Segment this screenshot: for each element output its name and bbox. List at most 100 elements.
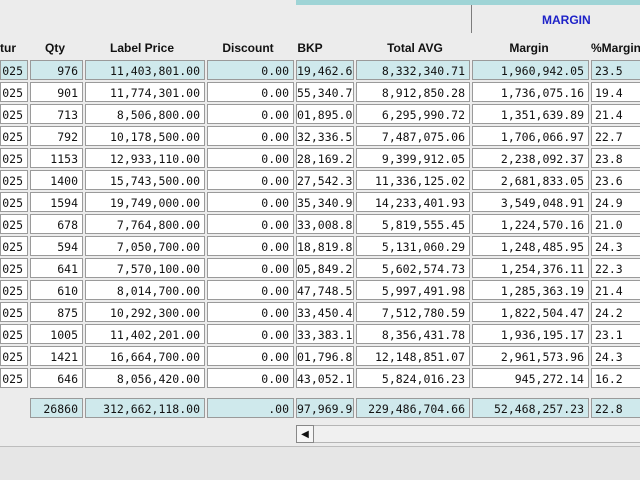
table-cell[interactable]: 0.00 xyxy=(207,346,294,366)
table-cell[interactable]: 24.3 xyxy=(591,236,640,256)
table-row[interactable]: 025 610 8,014,700.00 0.00 47,748.59 5,997,491… xyxy=(0,280,640,302)
table-cell[interactable]: 11,336,125.02 xyxy=(356,170,470,190)
table-cell[interactable]: 8,506,800.00 xyxy=(85,104,205,124)
table-cell[interactable]: 19,462.62 xyxy=(296,60,354,80)
table-cell[interactable]: 21.4 xyxy=(591,104,640,124)
table-cell[interactable]: 43,052.15 xyxy=(296,368,354,388)
table-row[interactable]: 025 1400 15,743,500.00 0.00 27,542.39 11,336,… xyxy=(0,170,640,192)
table-cell[interactable]: 7,050,700.00 xyxy=(85,236,205,256)
table-cell[interactable]: 1,351,639.89 xyxy=(472,104,589,124)
table-cell[interactable]: 875 xyxy=(30,302,83,322)
table-cell[interactable]: 025 xyxy=(0,82,28,102)
table-cell[interactable]: 025 xyxy=(0,192,28,212)
table-cell[interactable]: 10,178,500.00 xyxy=(85,126,205,146)
table-cell[interactable]: 0.00 xyxy=(207,104,294,124)
table-row[interactable]: 025 976 11,403,801.00 0.00 19,462.62 8,332,34… xyxy=(0,60,640,82)
table-cell[interactable]: 28,169.26 xyxy=(296,148,354,168)
table-cell[interactable]: 025 xyxy=(0,258,28,278)
table-cell[interactable]: 1153 xyxy=(30,148,83,168)
table-cell[interactable]: 33,008.88 xyxy=(296,214,354,234)
table-cell[interactable]: 6,295,990.72 xyxy=(356,104,470,124)
scroll-track[interactable] xyxy=(314,425,640,443)
table-cell[interactable]: 21.0 xyxy=(591,214,640,234)
table-cell[interactable]: 2,961,573.96 xyxy=(472,346,589,366)
table-cell[interactable]: 11,403,801.00 xyxy=(85,60,205,80)
table-cell[interactable]: 22.7 xyxy=(591,126,640,146)
table-cell[interactable]: 025 xyxy=(0,302,28,322)
column-header[interactable]: Margin xyxy=(474,38,584,58)
column-header[interactable]: Qty xyxy=(30,38,80,58)
table-cell[interactable]: 0.00 xyxy=(207,368,294,388)
table-cell[interactable]: 12,933,110.00 xyxy=(85,148,205,168)
table-cell[interactable]: 0.00 xyxy=(207,280,294,300)
table-cell[interactable]: 5,819,555.45 xyxy=(356,214,470,234)
table-cell[interactable]: 7,570,100.00 xyxy=(85,258,205,278)
table-cell[interactable]: 678 xyxy=(30,214,83,234)
column-header[interactable]: BKP xyxy=(290,38,330,58)
table-cell[interactable]: 025 xyxy=(0,148,28,168)
table-cell[interactable]: 025 xyxy=(0,170,28,190)
table-cell[interactable]: 1005 xyxy=(30,324,83,344)
table-cell[interactable]: 5,602,574.73 xyxy=(356,258,470,278)
table-cell[interactable]: 0.00 xyxy=(207,236,294,256)
table-row[interactable]: 025 641 7,570,100.00 0.00 05,849.24 5,602,574… xyxy=(0,258,640,280)
table-cell[interactable]: 8,912,850.28 xyxy=(356,82,470,102)
table-cell[interactable]: 01,796.81 xyxy=(296,346,354,366)
table-cell[interactable]: 0.00 xyxy=(207,258,294,278)
table-cell[interactable]: 5,824,016.23 xyxy=(356,368,470,388)
table-cell[interactable]: 025 xyxy=(0,236,28,256)
table-row[interactable]: 025 1153 12,933,110.00 0.00 28,169.26 9,399,9… xyxy=(0,148,640,170)
table-cell[interactable]: 19.4 xyxy=(591,82,640,102)
table-cell[interactable]: 1400 xyxy=(30,170,83,190)
table-row[interactable]: 025 646 8,056,420.00 0.00 43,052.15 5,824,016… xyxy=(0,368,640,390)
table-cell[interactable]: 10,292,300.00 xyxy=(85,302,205,322)
table-row[interactable]: 025 1594 19,749,000.00 0.00 35,340.94 14,233,… xyxy=(0,192,640,214)
table-cell[interactable]: 1421 xyxy=(30,346,83,366)
table-cell[interactable]: 18,819.86 xyxy=(296,236,354,256)
table-cell[interactable]: 7,512,780.59 xyxy=(356,302,470,322)
table-row[interactable]: 025 901 11,774,301.00 0.00 55,340.74 8,912,85… xyxy=(0,82,640,104)
table-cell[interactable]: 1,248,485.95 xyxy=(472,236,589,256)
table-cell[interactable]: 0.00 xyxy=(207,148,294,168)
table-cell[interactable]: 1,936,195.17 xyxy=(472,324,589,344)
table-cell[interactable]: 641 xyxy=(30,258,83,278)
table-cell[interactable]: 33,450.48 xyxy=(296,302,354,322)
table-cell[interactable]: 5,997,491.98 xyxy=(356,280,470,300)
table-cell[interactable]: 8,014,700.00 xyxy=(85,280,205,300)
table-cell[interactable]: 24.2 xyxy=(591,302,640,322)
table-cell[interactable]: 22.3 xyxy=(591,258,640,278)
table-cell[interactable]: 1,224,570.16 xyxy=(472,214,589,234)
column-header[interactable]: Total AVG xyxy=(360,38,470,58)
table-cell[interactable]: 8,332,340.71 xyxy=(356,60,470,80)
table-cell[interactable]: 15,743,500.00 xyxy=(85,170,205,190)
table-cell[interactable]: 1,822,504.47 xyxy=(472,302,589,322)
column-header[interactable]: Discount xyxy=(207,38,289,58)
table-cell[interactable]: 0.00 xyxy=(207,324,294,344)
table-cell[interactable]: 0.00 xyxy=(207,82,294,102)
scroll-left-button[interactable]: ◀ xyxy=(296,425,314,443)
table-cell[interactable]: 21.4 xyxy=(591,280,640,300)
table-cell[interactable]: 1,254,376.11 xyxy=(472,258,589,278)
horizontal-scrollbar[interactable]: ◀ xyxy=(0,420,640,446)
table-cell[interactable]: 0.00 xyxy=(207,126,294,146)
table-cell[interactable]: 16,664,700.00 xyxy=(85,346,205,366)
table-cell[interactable]: 3,549,048.91 xyxy=(472,192,589,212)
table-cell[interactable]: 0.00 xyxy=(207,302,294,322)
table-cell[interactable]: 901 xyxy=(30,82,83,102)
table-cell[interactable]: 23.5 xyxy=(591,60,640,80)
table-row[interactable]: 025 1005 11,402,201.00 0.00 33,383.12 8,356,4… xyxy=(0,324,640,346)
column-header[interactable]: Label Price xyxy=(86,38,198,58)
table-cell[interactable]: 1,706,066.97 xyxy=(472,126,589,146)
table-cell[interactable]: 1,285,363.19 xyxy=(472,280,589,300)
table-cell[interactable]: 025 xyxy=(0,126,28,146)
table-cell[interactable]: 12,148,851.07 xyxy=(356,346,470,366)
table-cell[interactable]: 24.9 xyxy=(591,192,640,212)
table-cell[interactable]: 33,383.12 xyxy=(296,324,354,344)
table-cell[interactable]: 11,402,201.00 xyxy=(85,324,205,344)
table-cell[interactable]: 646 xyxy=(30,368,83,388)
table-cell[interactable]: 025 xyxy=(0,214,28,234)
table-row[interactable]: 025 713 8,506,800.00 0.00 01,895.07 6,295,990… xyxy=(0,104,640,126)
table-cell[interactable]: 792 xyxy=(30,126,83,146)
column-header[interactable]: tur xyxy=(0,38,22,58)
table-cell[interactable]: 976 xyxy=(30,60,83,80)
